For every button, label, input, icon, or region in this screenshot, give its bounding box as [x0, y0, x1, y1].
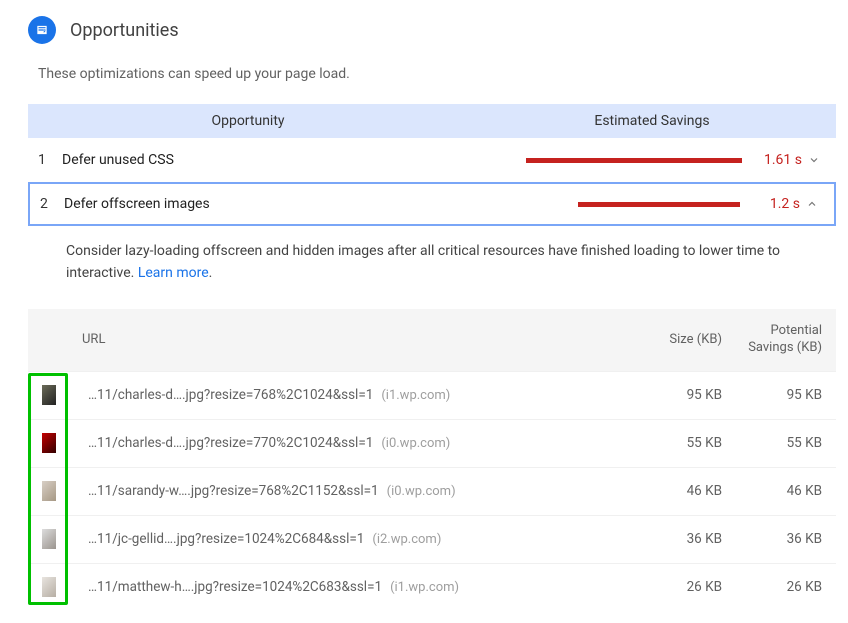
- col-potential-savings: Potential Savings (KB): [722, 323, 822, 357]
- url-row: …11/charles-d….jpg?resize=770%2C1024&ssl…: [28, 419, 836, 467]
- row-index: 1: [38, 152, 62, 168]
- url-cell: …11/jc-gellid….jpg?resize=1024%2C684&ssl…: [88, 531, 612, 547]
- size-cell: 95 KB: [612, 387, 722, 403]
- col-url: URL: [82, 332, 612, 347]
- col-opportunity: Opportunity: [28, 113, 468, 129]
- url-table: URL Size (KB) Potential Savings (KB) …11…: [28, 309, 836, 611]
- url-host: (i2.wp.com): [372, 532, 441, 547]
- size-cell: 46 KB: [612, 483, 722, 499]
- potential-cell: 26 KB: [722, 579, 822, 595]
- url-table-header: URL Size (KB) Potential Savings (KB): [28, 309, 836, 371]
- col-estimated-savings: Estimated Savings: [468, 113, 836, 129]
- section-header: Opportunities: [28, 12, 836, 50]
- potential-cell: 95 KB: [722, 387, 822, 403]
- row-label: Defer unused CSS: [62, 152, 462, 168]
- chevron-icon: [800, 198, 824, 210]
- url-host: (i0.wp.com): [387, 484, 456, 499]
- potential-cell: 55 KB: [722, 435, 822, 451]
- learn-more-link[interactable]: Learn more: [138, 265, 209, 281]
- url-cell: …11/sarandy-w….jpg?resize=768%2C1152&ssl…: [88, 483, 612, 499]
- opportunity-row[interactable]: 1 Defer unused CSS 1.61 s: [28, 138, 836, 182]
- url-row: …11/sarandy-w….jpg?resize=768%2C1152&ssl…: [28, 467, 836, 515]
- savings-bar: [526, 158, 742, 163]
- potential-cell: 46 KB: [722, 483, 822, 499]
- savings-time: 1.61 s: [750, 152, 802, 168]
- url-path[interactable]: …11/sarandy-w….jpg?resize=768%2C1152&ssl…: [88, 483, 379, 499]
- opportunity-row[interactable]: 2 Defer offscreen images 1.2 s: [28, 182, 836, 226]
- row-index: 2: [40, 196, 64, 212]
- section-subtitle: These optimizations can speed up your pa…: [28, 50, 836, 104]
- image-thumbnail: [42, 481, 56, 501]
- chevron-icon: [802, 154, 826, 166]
- url-row: …11/charles-d….jpg?resize=768%2C1024&ssl…: [28, 371, 836, 419]
- potential-cell: 36 KB: [722, 531, 822, 547]
- size-cell: 26 KB: [612, 579, 722, 595]
- opportunity-details: Consider lazy-loading offscreen and hidd…: [28, 226, 836, 299]
- image-thumbnail: [42, 529, 56, 549]
- size-cell: 36 KB: [612, 531, 722, 547]
- url-path[interactable]: …11/charles-d….jpg?resize=770%2C1024&ssl…: [88, 435, 373, 451]
- url-host: (i1.wp.com): [390, 580, 459, 595]
- opportunity-table-header: Opportunity Estimated Savings: [28, 104, 836, 138]
- url-row: …11/jc-gellid….jpg?resize=1024%2C684&ssl…: [28, 515, 836, 563]
- row-label: Defer offscreen images: [64, 196, 464, 212]
- image-thumbnail: [42, 577, 56, 597]
- savings-bar: [578, 202, 740, 207]
- url-cell: …11/charles-d….jpg?resize=770%2C1024&ssl…: [88, 435, 612, 451]
- url-path[interactable]: …11/charles-d….jpg?resize=768%2C1024&ssl…: [88, 387, 373, 403]
- url-host: (i1.wp.com): [381, 388, 450, 403]
- url-path[interactable]: …11/jc-gellid….jpg?resize=1024%2C684&ssl…: [88, 531, 364, 547]
- section-title: Opportunities: [70, 20, 179, 41]
- url-cell: …11/matthew-h….jpg?resize=1024%2C683&ssl…: [88, 579, 612, 595]
- savings-bar-wrap: [462, 158, 750, 163]
- url-row: …11/matthew-h….jpg?resize=1024%2C683&ssl…: [28, 563, 836, 611]
- savings-bar-wrap: [464, 202, 748, 207]
- col-size: Size (KB): [612, 332, 722, 347]
- url-cell: …11/charles-d….jpg?resize=768%2C1024&ssl…: [88, 387, 612, 403]
- size-cell: 55 KB: [612, 435, 722, 451]
- opportunities-icon: [28, 16, 56, 44]
- url-host: (i0.wp.com): [381, 436, 450, 451]
- image-thumbnail: [42, 433, 56, 453]
- image-thumbnail: [42, 385, 56, 405]
- savings-time: 1.2 s: [748, 196, 800, 212]
- url-path[interactable]: …11/matthew-h….jpg?resize=1024%2C683&ssl…: [88, 579, 382, 595]
